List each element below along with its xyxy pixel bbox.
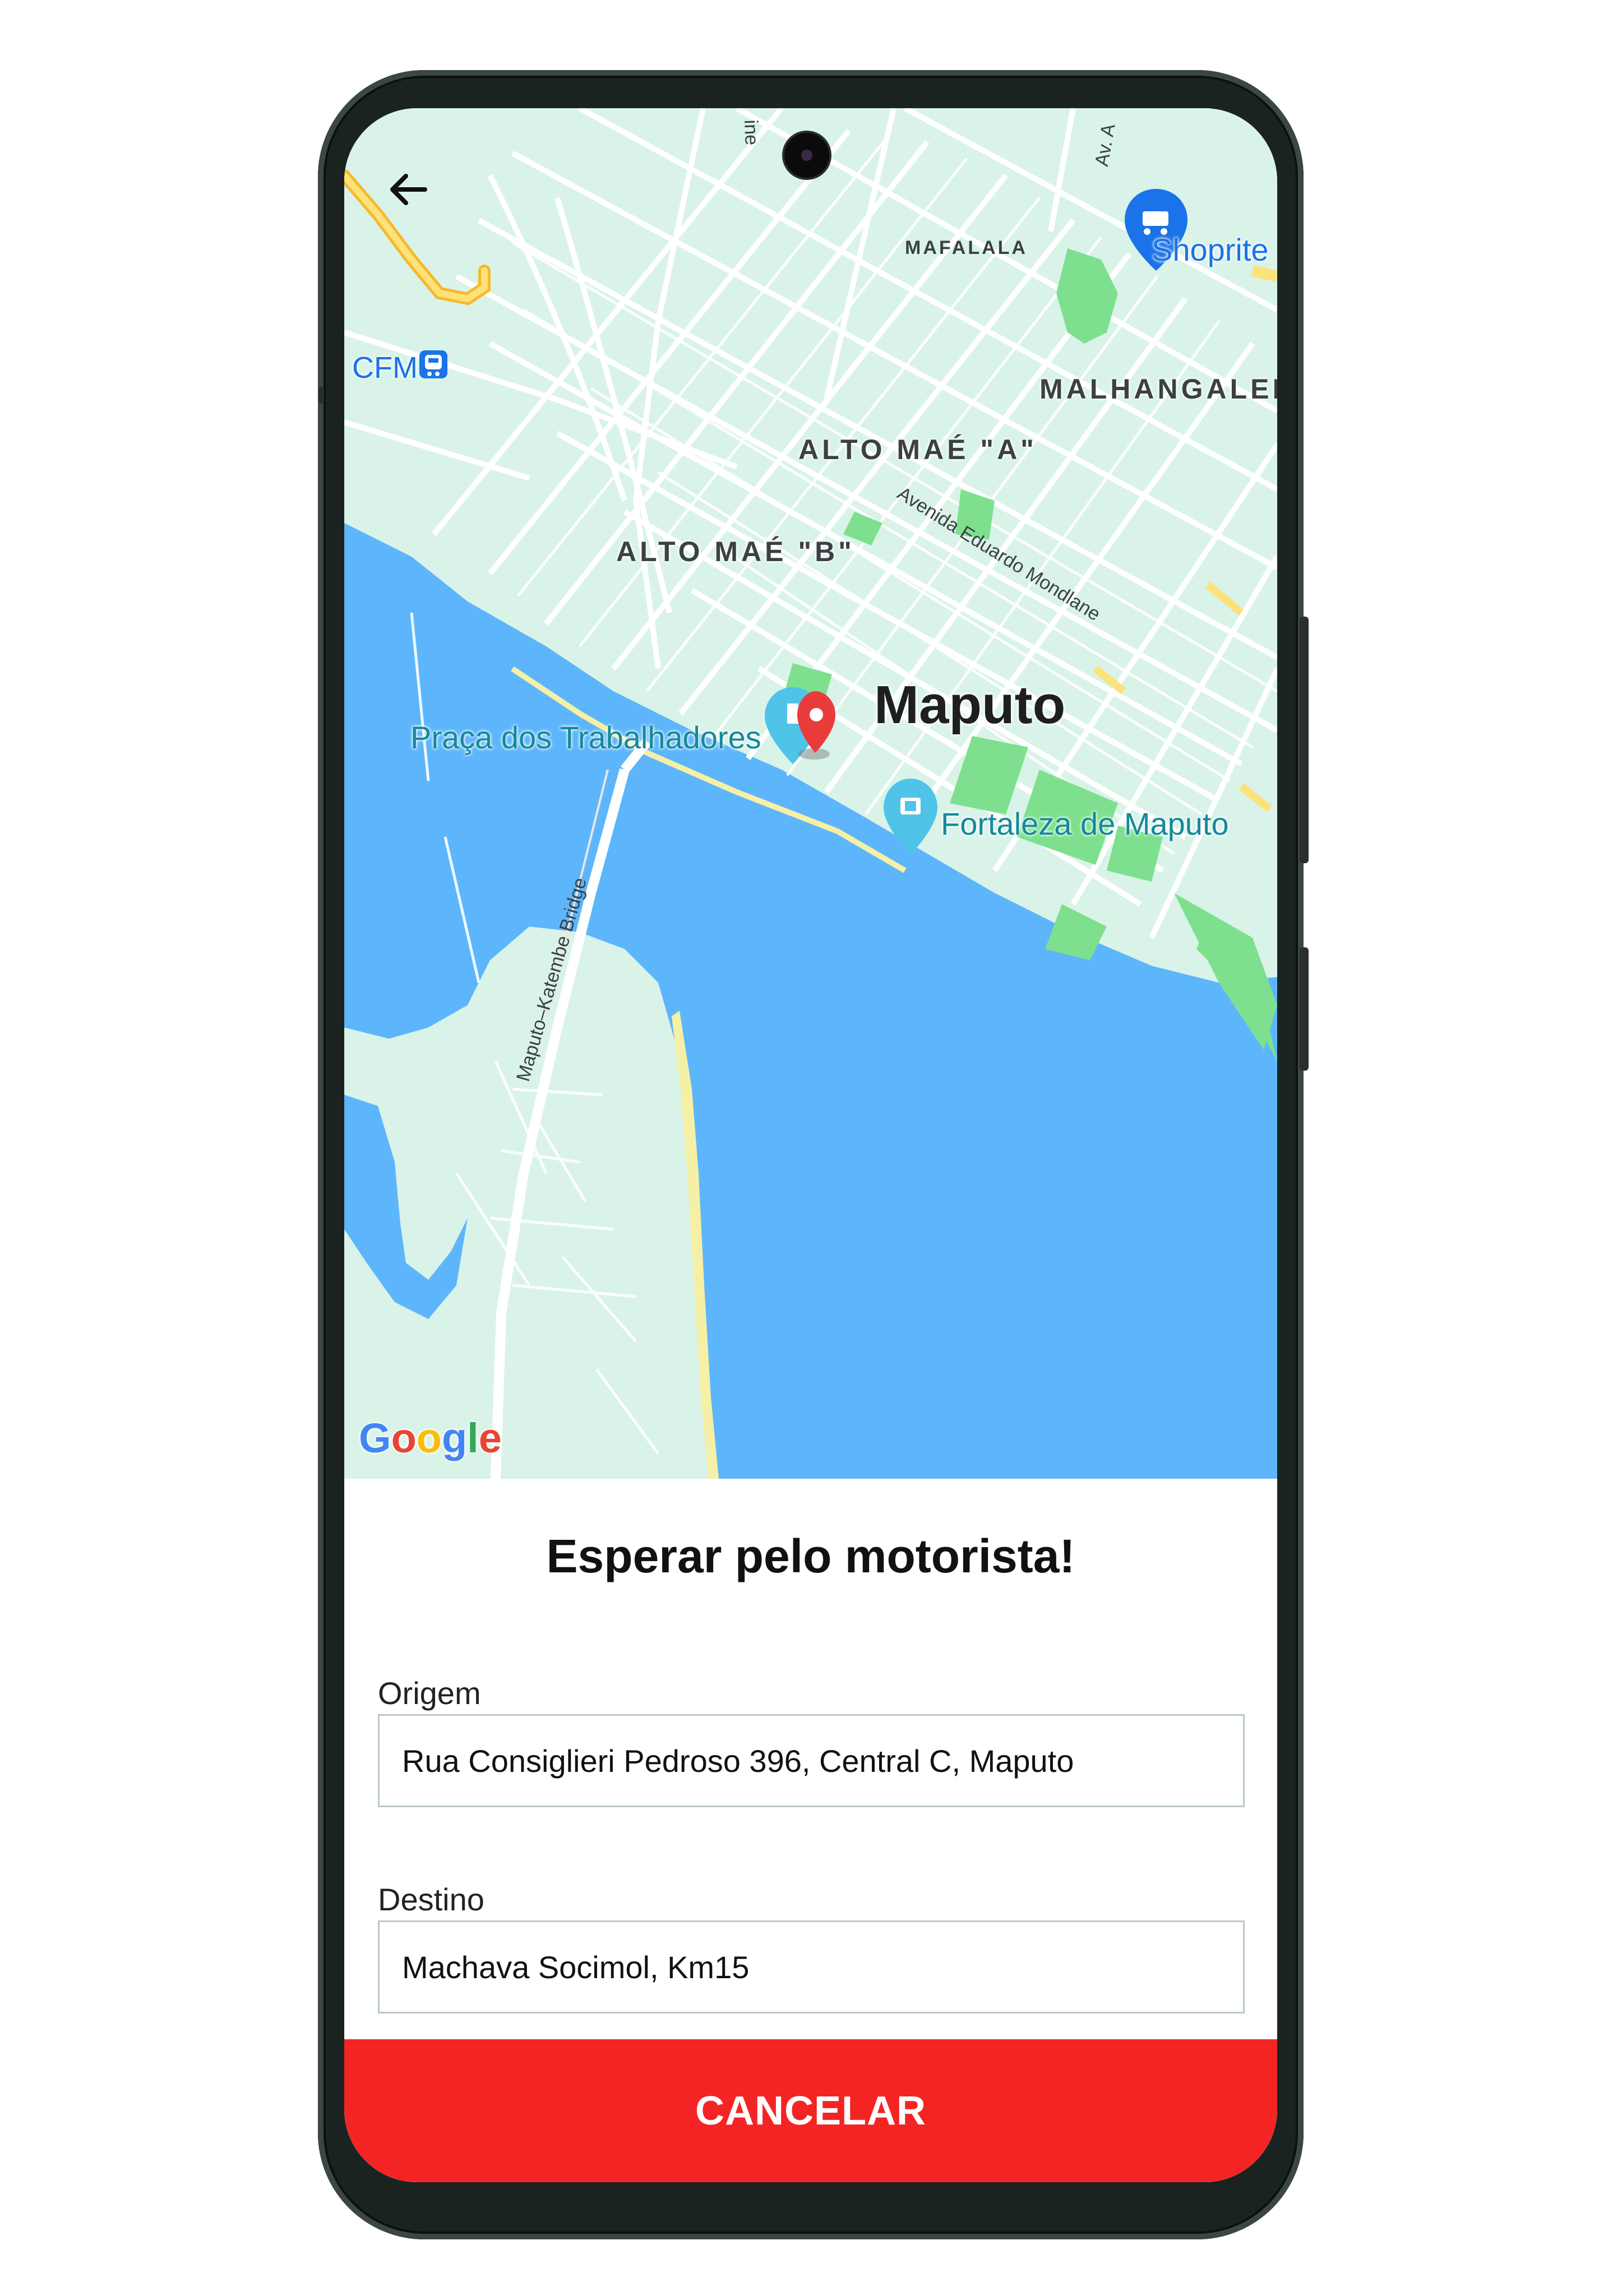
map-view[interactable]: ine Av. A MAFALALA Shoprite CFM MALHANGA… (344, 108, 1277, 1479)
district-alto-mae-a: ALTO MAÉ "A" (798, 434, 1037, 465)
google-logo-letter: G (359, 1415, 391, 1461)
city-label-maputo: Maputo (874, 675, 1066, 735)
origin-label: Origem (378, 1675, 481, 1711)
back-button[interactable] (378, 159, 440, 220)
map-graphics (344, 108, 1277, 1479)
google-logo-letter: l (467, 1415, 479, 1461)
phone-left-button (318, 387, 324, 404)
page: ine Av. A MAFALALA Shoprite CFM MALHANGA… (0, 0, 1622, 2296)
street-label-top: ine (740, 119, 763, 146)
google-logo-letter: o (416, 1415, 442, 1461)
estuary-water (344, 1095, 468, 1319)
poi-praca-dos-trabalhadores[interactable]: Praça dos Trabalhadores (410, 719, 761, 756)
poi-cfm[interactable]: CFM (352, 350, 418, 385)
district-mafalala: MAFALALA (905, 237, 1028, 258)
phone-volume-button (1300, 947, 1309, 1071)
poi-shoprite[interactable]: Shoprite (1152, 232, 1269, 268)
origin-field[interactable] (378, 1714, 1245, 1807)
cancel-button[interactable]: CANCELAR (344, 2039, 1277, 2182)
google-logo-letter: e (478, 1415, 502, 1461)
phone-screen: ine Av. A MAFALALA Shoprite CFM MALHANGA… (344, 108, 1277, 2182)
destination-field[interactable] (378, 1920, 1245, 2013)
ride-panel: Esperar pelo motorista! Origem Destino C… (344, 1479, 1277, 2182)
front-camera (784, 133, 829, 178)
google-logo-letter: g (441, 1415, 468, 1461)
district-malhangalene: MALHANGALENE (1039, 373, 1277, 405)
google-logo: Google (359, 1414, 502, 1462)
destination-label: Destino (378, 1882, 484, 1917)
panel-title: Esperar pelo motorista! (546, 1530, 1075, 1582)
arrow-left-icon (390, 174, 427, 205)
district-alto-mae-b: ALTO MAÉ "B" (616, 536, 855, 567)
phone-power-button (1300, 617, 1309, 863)
google-logo-letter: o (391, 1415, 417, 1461)
cfm-train-graphic (419, 350, 447, 378)
poi-fortaleza-de-maputo[interactable]: Fortaleza de Maputo (941, 806, 1229, 842)
